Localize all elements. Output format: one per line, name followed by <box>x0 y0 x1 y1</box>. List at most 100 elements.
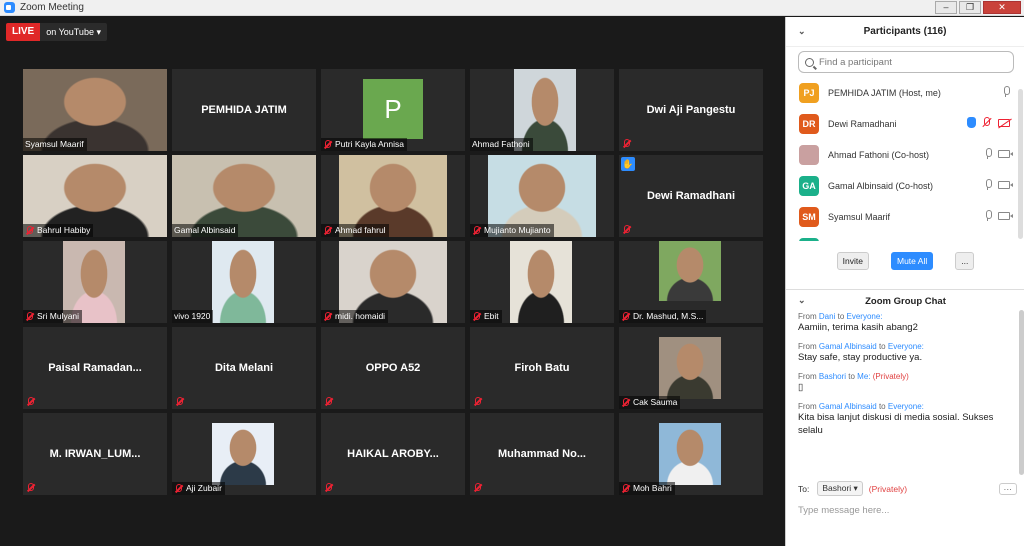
to-word: to <box>837 312 845 321</box>
zoom-logo-icon <box>4 2 15 13</box>
live-badge: LIVE <box>6 23 41 41</box>
participant-display-name: M. IRWAN_LUM... <box>23 413 167 495</box>
chat-messages: From Dani to Everyone: Aamiin, terima ka… <box>798 312 1015 445</box>
video-tile[interactable]: Cak Sauma <box>619 327 763 409</box>
chat-sender[interactable]: Bashori <box>819 372 846 381</box>
video-tile[interactable]: Dr. Mashud, M.S... <box>619 241 763 323</box>
video-tile[interactable]: Sri Mulyani <box>23 241 167 323</box>
video-tile[interactable]: vivo 1920 <box>172 241 316 323</box>
video-tile[interactable]: Mujianto Mujianto <box>470 155 614 237</box>
participant-name: OPPO A52 <box>365 362 421 374</box>
camera-icon <box>998 211 1013 220</box>
chat-message-input[interactable]: Type message here... <box>798 505 889 516</box>
video-tile[interactable]: Muhammad No... <box>470 413 614 495</box>
chevron-down-icon[interactable]: ⌄ <box>798 26 806 37</box>
video-tile[interactable]: P Putri Kayla Annisa <box>321 69 465 151</box>
tile-name-label: Ahmad Fathoni <box>470 138 533 151</box>
participant-name: HAIKAL AROBY... <box>347 448 439 460</box>
video-tile[interactable]: Firoh Batu <box>470 327 614 409</box>
muted-mic-icon <box>324 483 333 493</box>
video-tile[interactable]: Dewi Ramadhani ✋ <box>619 155 763 237</box>
video-tile[interactable]: Gamal Albinsaid <box>172 155 316 237</box>
side-panel: ⌄ Participants (116) Find a participant … <box>785 17 1024 546</box>
chat-message-text: ▯ <box>798 382 804 393</box>
to-word: to <box>878 342 886 351</box>
video-tile[interactable]: Ahmad Fathoni <box>470 69 614 151</box>
participant-row[interactable]: PJ PEMHIDA JATIM (Host, me) <box>786 77 1018 108</box>
close-button[interactable]: ✕ <box>983 1 1021 14</box>
tile-name-label: Mujianto Mujianto <box>470 224 554 237</box>
chat-scrollbar[interactable] <box>1019 310 1024 475</box>
participant-name: Sri Mulyani <box>37 311 80 321</box>
participant-row-name: Syamsul Maarif <box>828 211 891 222</box>
participant-row[interactable]: Ahmad Fathoni (Co-host) <box>786 139 1018 170</box>
muted-mic-icon <box>26 483 35 493</box>
tile-name-label: vivo 1920 <box>172 310 214 323</box>
chat-message-header: From Bashori to Me: (Privately) <box>798 372 1015 381</box>
chat-recipient: Me: <box>857 372 871 381</box>
participant-display-name: Muhammad No... <box>470 413 614 495</box>
muted-mic-icon <box>621 483 630 494</box>
muted-mic-icon <box>472 225 481 236</box>
video-gallery: LIVE on YouTube ▾ Syamsul Maarif PEMHIDA … <box>0 17 785 546</box>
restore-button[interactable]: ❐ <box>959 1 981 14</box>
video-tile[interactable]: HAIKAL AROBY... <box>321 413 465 495</box>
mute-all-button[interactable]: Mute All <box>890 252 934 270</box>
muted-mic-icon <box>622 225 631 235</box>
video-tile[interactable]: Bahrul Habiby <box>23 155 167 237</box>
tile-name-label: Syamsul Maarif <box>23 138 87 151</box>
chevron-down-icon[interactable]: ⌄ <box>798 295 806 306</box>
more-options-button[interactable]: ... <box>955 252 975 270</box>
muted-mic-icon <box>982 117 992 128</box>
participant-row[interactable] <box>786 232 1018 241</box>
participant-name: midi. homaidi <box>335 311 386 321</box>
chat-message-header: From Dani to Everyone: <box>798 312 1015 321</box>
tile-name-label: Ahmad fahrul <box>321 224 389 237</box>
participant-video <box>659 337 721 399</box>
muted-mic-icon <box>174 483 183 494</box>
participant-video <box>212 423 274 485</box>
participant-row[interactable]: GA Gamal Albinsaid (Co-host) <box>786 170 1018 201</box>
participant-name: Ahmad Fathoni <box>472 139 530 149</box>
participant-video <box>659 241 721 301</box>
avatar: SM <box>799 206 819 227</box>
live-service-dropdown[interactable]: on YouTube ▾ <box>40 23 107 41</box>
chat-recipient: Everyone: <box>887 342 924 351</box>
muted-mic-icon <box>621 311 630 322</box>
mic-icon <box>984 179 992 190</box>
participant-name: Mujianto Mujianto <box>484 225 551 235</box>
chat-sender[interactable]: Dani <box>819 312 835 321</box>
video-tile[interactable]: Dita Melani <box>172 327 316 409</box>
participant-name: PEMHIDA JATIM <box>201 104 287 116</box>
video-tile[interactable]: PEMHIDA JATIM <box>172 69 316 151</box>
video-tile[interactable]: Ebit <box>470 241 614 323</box>
video-tile[interactable]: Aji Zubair <box>172 413 316 495</box>
participant-row[interactable]: SM Syamsul Maarif <box>786 201 1018 232</box>
participant-name: Ebit <box>484 311 499 321</box>
participant-row[interactable]: DR Dewi Ramadhani <box>786 108 1018 139</box>
video-tile[interactable]: OPPO A52 <box>321 327 465 409</box>
video-tile[interactable]: Moh Bahri <box>619 413 763 495</box>
participant-scrollbar[interactable] <box>1018 89 1023 239</box>
video-tile[interactable]: Ahmad fahrul <box>321 155 465 237</box>
video-tile[interactable]: Paisal Ramadan... <box>23 327 167 409</box>
chat-message: From Gamal Albinsaid to Everyone: Stay s… <box>798 342 1015 364</box>
avatar: PJ <box>799 82 819 103</box>
chat-more-button[interactable]: ··· <box>998 482 1017 495</box>
minimize-button[interactable]: ‒ <box>935 1 957 14</box>
video-tile[interactable]: Syamsul Maarif <box>23 69 167 151</box>
participant-search-input[interactable]: Find a participant <box>798 51 1014 73</box>
recipient-dropdown[interactable]: Bashori ▾ <box>817 481 863 496</box>
video-tile[interactable]: Dwi Aji Pangestu <box>619 69 763 151</box>
video-tile[interactable]: M. IRWAN_LUM... <box>23 413 167 495</box>
muted-mic-icon <box>323 139 332 150</box>
chat-message: From Gamal Albinsaid to Everyone: Kita b… <box>798 402 1015 437</box>
raised-hand-icon: ✋ <box>621 157 635 171</box>
participant-row-name: Gamal Albinsaid (Co-host) <box>828 180 934 191</box>
invite-button[interactable]: Invite <box>836 252 869 270</box>
video-tile[interactable]: midi. homaidi <box>321 241 465 323</box>
live-indicator[interactable]: LIVE on YouTube ▾ <box>6 23 107 41</box>
participant-name: Moh Bahri <box>633 483 672 493</box>
chat-sender[interactable]: Gamal Albinsaid <box>819 342 877 351</box>
chat-sender[interactable]: Gamal Albinsaid <box>819 402 877 411</box>
